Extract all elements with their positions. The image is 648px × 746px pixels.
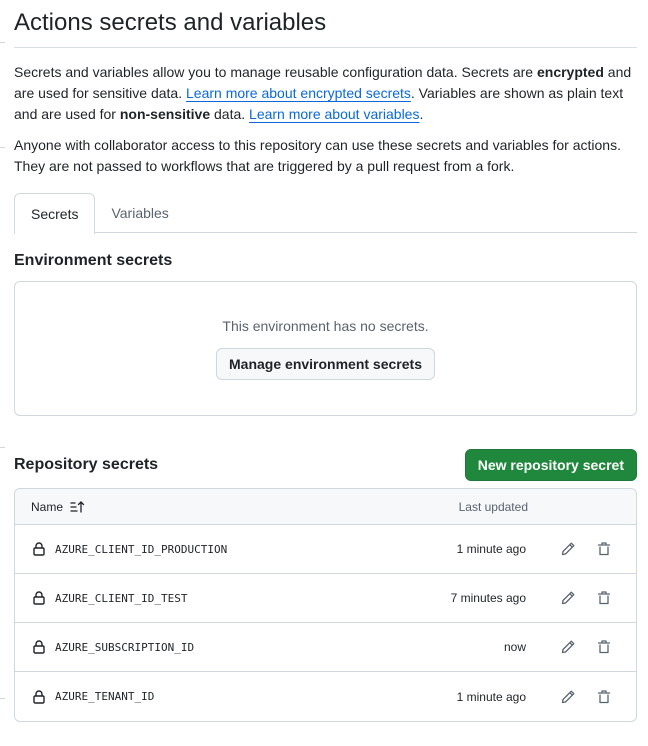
secret-row: AZURE_CLIENT_ID_TEST 7 minutes ago [15,574,636,623]
delete-secret-button[interactable] [588,631,620,663]
tab-secrets[interactable]: Secrets [14,193,96,234]
pencil-icon [561,591,575,605]
delete-secret-button[interactable] [588,681,620,713]
edge-divider [0,147,5,148]
edit-secret-button[interactable] [552,582,584,614]
description-text: Secrets and variables allow you to manag… [14,64,537,80]
secret-name: AZURE_TENANT_ID [55,690,155,703]
tab-nav: Secrets Variables [14,193,637,234]
environment-secrets-heading: Environment secrets [14,252,173,269]
learn-more-secrets-link[interactable]: Learn more about encrypted secrets [186,85,411,101]
access-note: Anyone with collaborator access to this … [14,137,621,174]
sort-asc-icon[interactable] [69,499,85,515]
edge-divider [0,447,5,448]
page-title: Actions secrets and variables [14,0,637,48]
secret-row: AZURE_TENANT_ID 1 minute ago [15,672,636,721]
secret-row: AZURE_CLIENT_ID_PRODUCTION 1 minute ago [15,525,636,574]
edit-secret-button[interactable] [552,631,584,663]
trash-icon [597,640,611,654]
last-updated: 7 minutes ago [450,591,526,605]
secret-name: AZURE_CLIENT_ID_PRODUCTION [55,542,228,556]
settings-page: Actions secrets and variables Secrets an… [14,0,637,722]
description-paragraph: Secrets and variables allow you to manag… [14,62,637,125]
repository-secrets-table: Name Last updated AZURE_CLIENT_ID_PRODUC… [14,488,637,722]
learn-more-variables-link[interactable]: Learn more about variables [249,106,419,122]
lock-icon [33,689,45,704]
last-updated: 1 minute ago [456,689,526,704]
description-bold: non-sensitive [119,106,211,122]
tab-variables[interactable]: Variables [95,193,184,233]
secret-name: AZURE_CLIENT_ID_TEST [55,591,188,605]
pencil-icon [561,542,575,556]
secret-name: AZURE_SUBSCRIPTION_ID [55,640,195,654]
edit-secret-button[interactable] [552,533,584,565]
edge-divider [0,42,5,43]
trash-icon [597,542,611,556]
delete-secret-button[interactable] [588,533,620,565]
description-text: . [419,106,424,122]
edge-divider [0,698,5,699]
last-updated: 1 minute ago [456,542,526,556]
pencil-icon [561,690,575,703]
last-updated-column-header: Last updated [458,499,528,514]
new-repository-secret-button[interactable]: New repository secret [464,449,637,481]
last-updated: now [503,640,526,654]
trash-icon [597,689,611,703]
lock-icon [33,591,45,605]
repository-secrets-heading: Repository secrets [14,456,159,473]
trash-icon [597,591,611,605]
name-column-header[interactable]: Name [31,499,428,515]
lock-icon [33,542,45,556]
pencil-icon [561,640,575,654]
environment-secrets-box: This environment has no secrets. Manage … [14,281,637,416]
name-column-label: Name [31,499,64,514]
table-header: Name Last updated [15,489,636,525]
delete-secret-button[interactable] [588,582,620,614]
repository-secrets-header: Repository secrets New repository secret [14,448,637,482]
description-bold: encrypted [536,64,604,80]
edit-secret-button[interactable] [552,681,584,713]
secret-row: AZURE_SUBSCRIPTION_ID now [15,623,636,672]
lock-icon [33,640,45,654]
description-text: data. [210,106,250,122]
manage-environment-secrets-button[interactable]: Manage environment secrets [216,348,435,380]
empty-state-message: This environment has no secrets. [222,318,429,334]
